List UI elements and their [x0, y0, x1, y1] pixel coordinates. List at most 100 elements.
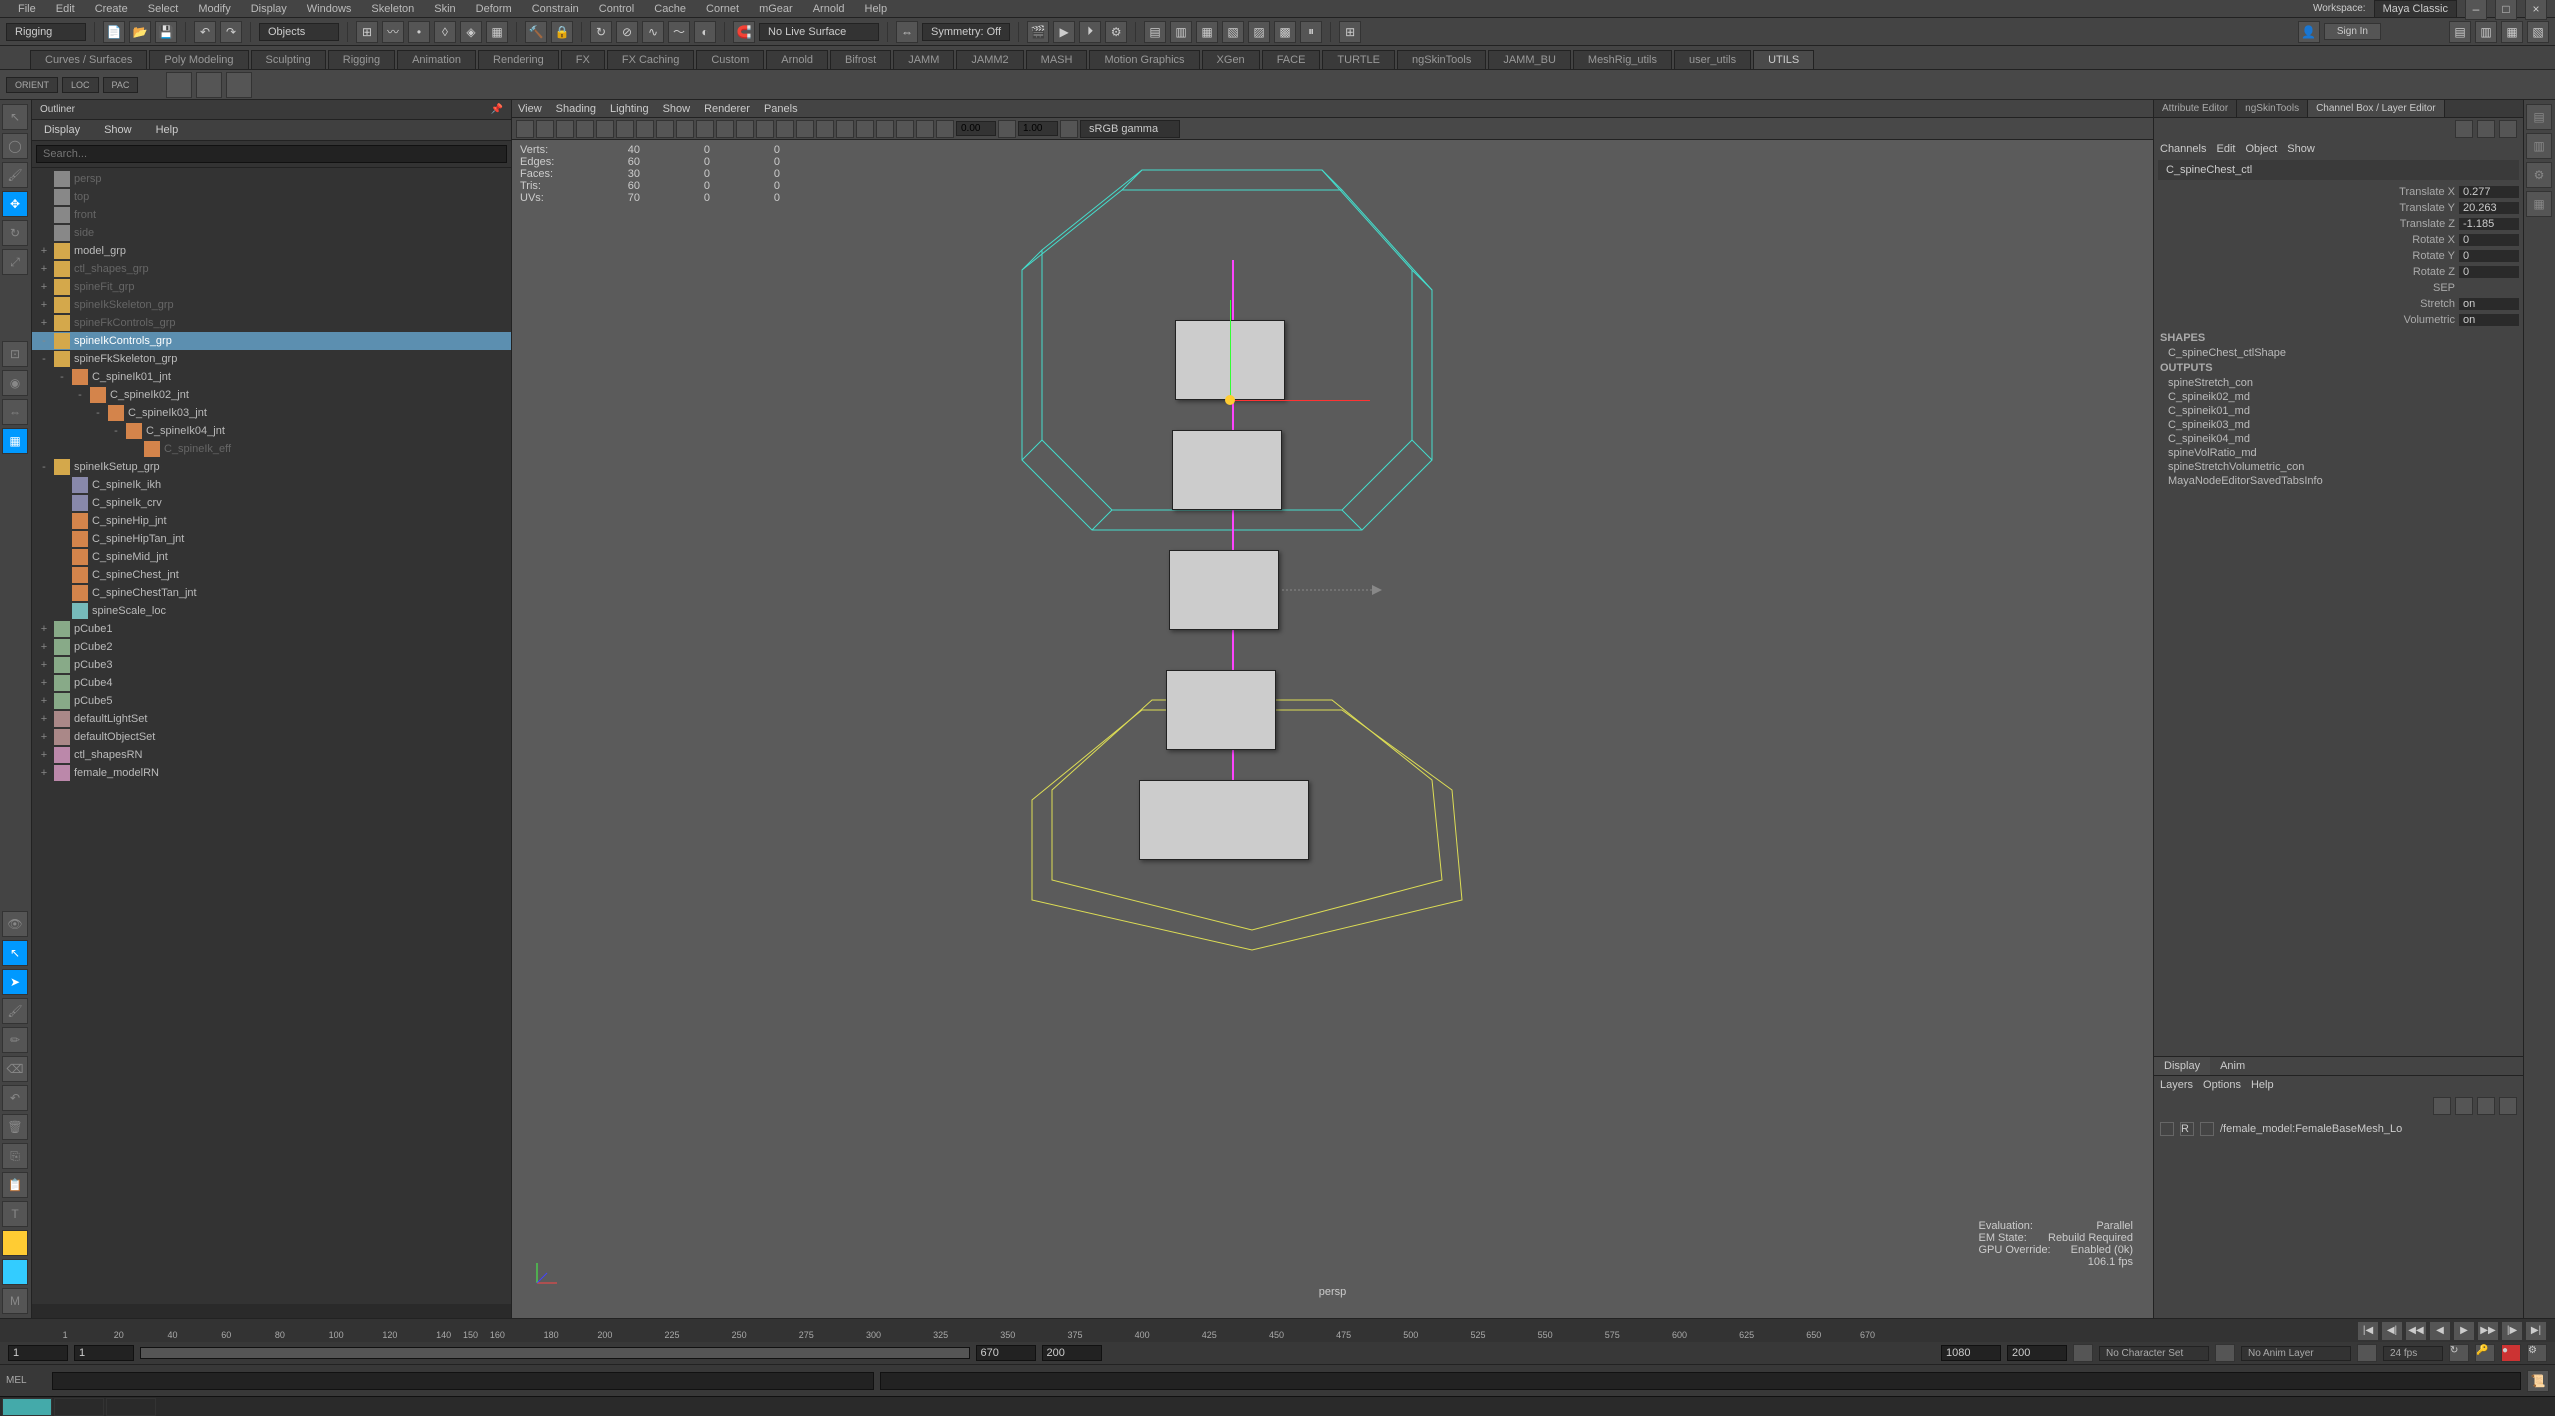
isolate-icon[interactable]: ◐: [694, 21, 716, 43]
vp-resolution-gate-icon[interactable]: [656, 120, 674, 138]
vp-hw-fog-icon[interactable]: [856, 120, 874, 138]
channel-value[interactable]: on: [2459, 298, 2519, 310]
vp-menu-renderer[interactable]: Renderer: [704, 103, 750, 115]
channel-label[interactable]: Translate X: [2158, 186, 2455, 198]
lock-icon[interactable]: 🔒: [551, 21, 573, 43]
layer-color-swatch[interactable]: [2200, 1122, 2214, 1136]
tree-expand-icon[interactable]: -: [38, 461, 50, 473]
channelbox-menu-edit[interactable]: Edit: [2216, 143, 2235, 155]
prefs-icon[interactable]: ⚙: [2527, 1344, 2547, 1362]
layer-menu-options[interactable]: Options: [2203, 1079, 2241, 1091]
vp-wireframe-icon[interactable]: [696, 120, 714, 138]
vp-exposure-icon[interactable]: [936, 120, 954, 138]
tree-expand-icon[interactable]: -: [74, 389, 86, 401]
output-node[interactable]: spineStretchVolumetric_con: [2154, 460, 2523, 474]
menu-constrain[interactable]: Constrain: [522, 3, 589, 15]
vp-menu-panels[interactable]: Panels: [764, 103, 798, 115]
tree-item[interactable]: -spineIkSetup_grp: [32, 458, 511, 476]
channel-box-icon[interactable]: ▦: [2526, 191, 2552, 217]
tree-item[interactable]: front: [32, 206, 511, 224]
tree-item[interactable]: +pCube2: [32, 638, 511, 656]
live-surface-dropdown[interactable]: No Live Surface: [759, 23, 879, 41]
outliner-scrollbar[interactable]: [32, 1304, 511, 1318]
shelf-tab-mash[interactable]: MASH: [1026, 50, 1088, 69]
tab-channel-box[interactable]: Channel Box / Layer Editor: [2308, 100, 2445, 117]
outliner-menu-show[interactable]: Show: [96, 122, 140, 138]
shelf-tab-turtle[interactable]: TURTLE: [1322, 50, 1395, 69]
menu-select[interactable]: Select: [138, 3, 189, 15]
render-icon[interactable]: 🎬: [1027, 21, 1049, 43]
toggle-modeling-icon[interactable]: ▧: [2527, 21, 2549, 43]
window-min-icon[interactable]: –: [2465, 0, 2487, 20]
menu-skeleton[interactable]: Skeleton: [361, 3, 424, 15]
tree-item[interactable]: C_spineIk_crv: [32, 494, 511, 512]
menu-file[interactable]: File: [8, 3, 46, 15]
taskbar-maya-icon[interactable]: [2, 1398, 52, 1416]
shelf-btn-pac[interactable]: PAC: [103, 77, 139, 93]
step-back-key-icon[interactable]: ◀|: [2381, 1321, 2403, 1341]
vp-grease-icon[interactable]: [596, 120, 614, 138]
layer-move-up-icon[interactable]: [2433, 1097, 2451, 1115]
vp-textured-icon[interactable]: [736, 120, 754, 138]
tree-item[interactable]: +pCube4: [32, 674, 511, 692]
tree-item[interactable]: +pCube3: [32, 656, 511, 674]
vp-film-gate-icon[interactable]: [636, 120, 654, 138]
channelbox-sync-icon[interactable]: [2477, 120, 2495, 138]
vp-depth-of-field-icon[interactable]: [896, 120, 914, 138]
move-tool-icon[interactable]: ✥: [2, 191, 28, 217]
layer-create-selected-icon[interactable]: [2499, 1097, 2517, 1115]
menu-cache[interactable]: Cache: [644, 3, 696, 15]
cmd-lang-label[interactable]: MEL: [6, 1375, 46, 1386]
shelf-tab-fxcache[interactable]: FX Caching: [607, 50, 694, 69]
toggle-channel-icon[interactable]: ▦: [2501, 21, 2523, 43]
tree-item[interactable]: -C_spineIk03_jnt: [32, 404, 511, 422]
output-node[interactable]: spineStretch_con: [2154, 376, 2523, 390]
vp-menu-lighting[interactable]: Lighting: [610, 103, 649, 115]
channel-value[interactable]: 0.277: [2459, 186, 2519, 198]
render-seq-icon[interactable]: ⏵: [1079, 21, 1101, 43]
ipr-icon[interactable]: ▶: [1053, 21, 1075, 43]
shelf-tool-1-icon[interactable]: [166, 72, 192, 98]
tree-expand-icon[interactable]: +: [38, 749, 50, 761]
undo-tool-icon[interactable]: ↶: [2, 1085, 28, 1111]
curve-tool2-icon[interactable]: 〜: [668, 21, 690, 43]
tree-item[interactable]: top: [32, 188, 511, 206]
tree-item[interactable]: +defaultObjectSet: [32, 728, 511, 746]
goto-end-icon[interactable]: ▶|: [2525, 1321, 2547, 1341]
menu-windows[interactable]: Windows: [297, 3, 362, 15]
tree-item[interactable]: -C_spineIk01_jnt: [32, 368, 511, 386]
shelf-btn-loc[interactable]: LOC: [62, 77, 99, 93]
channel-value[interactable]: 0: [2459, 250, 2519, 262]
signin-button[interactable]: Sign In: [2324, 23, 2381, 40]
vp-bookmark-icon[interactable]: [536, 120, 554, 138]
end-time-field[interactable]: [2007, 1345, 2067, 1361]
tree-item[interactable]: +pCube1: [32, 620, 511, 638]
cursor-icon[interactable]: ↖: [2, 940, 28, 966]
shelf-tab-anim[interactable]: Animation: [397, 50, 476, 69]
shape-node[interactable]: C_spineChest_ctlShape: [2154, 346, 2523, 360]
tree-expand-icon[interactable]: +: [38, 299, 50, 311]
panel6-icon[interactable]: ▩: [1274, 21, 1296, 43]
channelbox-manipulator-icon[interactable]: [2455, 120, 2473, 138]
tree-expand-icon[interactable]: +: [38, 641, 50, 653]
pcube1-geometry[interactable]: [1139, 780, 1309, 860]
shelf-tab-curves[interactable]: Curves / Surfaces: [30, 50, 147, 69]
save-scene-icon[interactable]: 💾: [155, 21, 177, 43]
character-set-dropdown[interactable]: No Character Set: [2099, 1346, 2209, 1361]
shelf-tab-bifrost[interactable]: Bifrost: [830, 50, 891, 69]
tree-item[interactable]: -spineFkSkeleton_grp: [32, 350, 511, 368]
tree-item[interactable]: +spineFkControls_grp: [32, 314, 511, 332]
symmetry-icon[interactable]: ⇔: [896, 21, 918, 43]
pcube2-geometry[interactable]: [1166, 670, 1276, 750]
shelf-tab-render[interactable]: Rendering: [478, 50, 559, 69]
autokey-icon[interactable]: 🔑: [2475, 1344, 2495, 1362]
layout-icon[interactable]: ⊞: [1339, 21, 1361, 43]
history-icon[interactable]: ↻: [590, 21, 612, 43]
tool-settings-icon[interactable]: ⚙: [2526, 162, 2552, 188]
set-key-icon[interactable]: ●: [2501, 1344, 2521, 1362]
play-back-icon[interactable]: ◀: [2429, 1321, 2451, 1341]
viewport-3d[interactable]: Verts:4000Edges:6000Faces:3000Tris:6000U…: [512, 140, 2153, 1318]
menu-mode-dropdown[interactable]: Rigging: [6, 23, 86, 41]
range-start-field[interactable]: [8, 1345, 68, 1361]
eye-icon[interactable]: 👁: [2, 911, 28, 937]
